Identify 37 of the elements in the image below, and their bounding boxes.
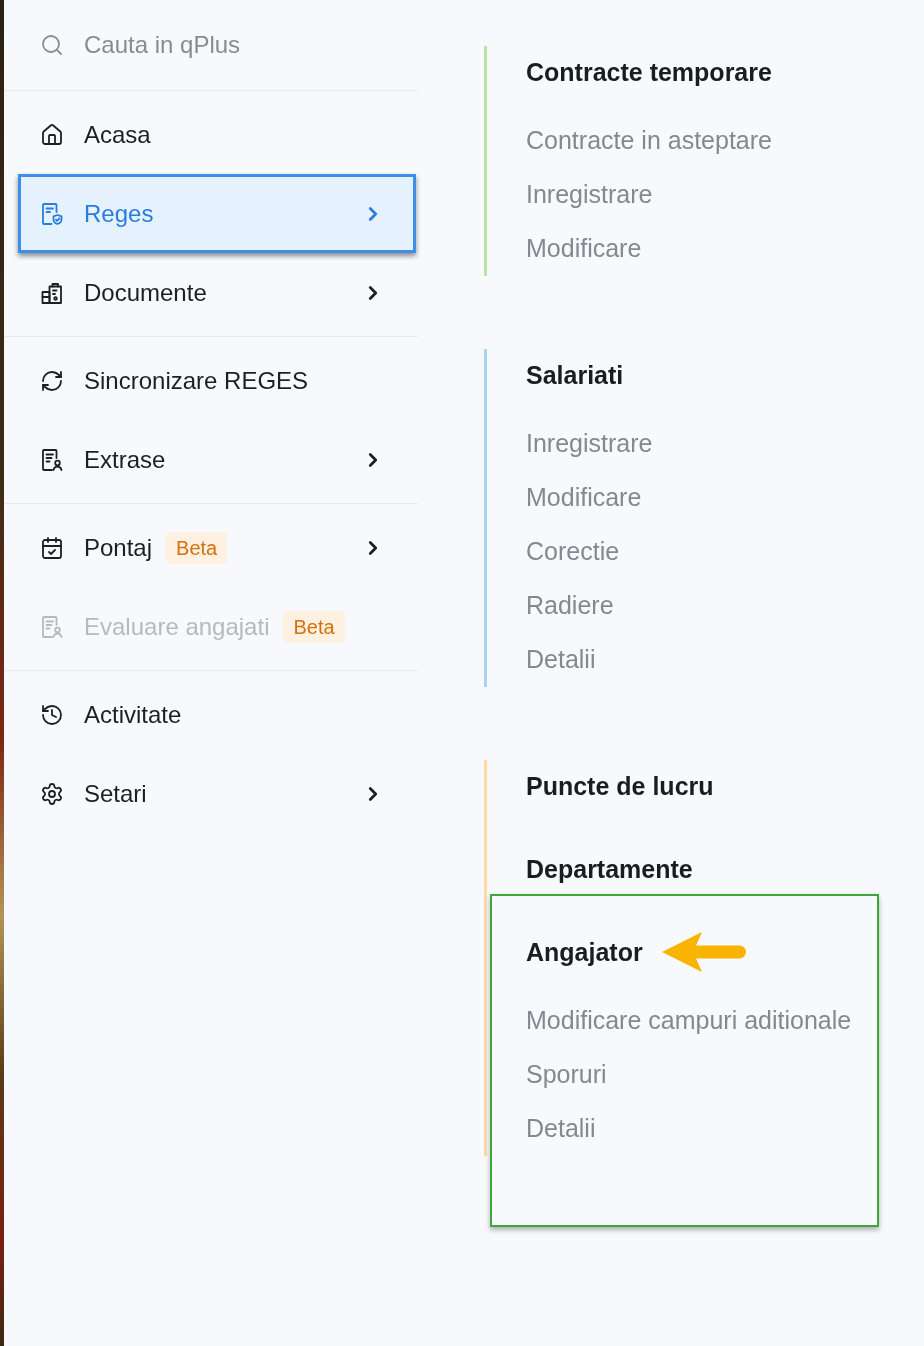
submenu-link[interactable]: Corectie	[526, 524, 620, 578]
section-heading: Contracte temporare	[526, 57, 772, 87]
submenu-link[interactable]: Modificare	[526, 221, 642, 275]
nav-item[interactable]: Sincronizare REGES	[18, 341, 416, 420]
section-heading: Salariati	[526, 360, 624, 390]
building-icon	[40, 280, 64, 305]
beta-badge: Beta	[166, 531, 228, 564]
submenu-link[interactable]: Modificare campuri aditionale	[526, 993, 852, 1047]
calendar-check-icon	[40, 535, 64, 560]
nav-item[interactable]: Acasa	[18, 95, 416, 174]
submenu-link[interactable]: Radiere	[526, 578, 614, 632]
submenu-link[interactable]: Sporuri	[526, 1047, 607, 1101]
section-heading[interactable]: Puncte de lucru	[526, 771, 714, 801]
nav-item[interactable]: Pontaj Beta	[18, 508, 416, 587]
search-field[interactable]: Cauta in qPlus	[84, 27, 384, 63]
section-heading[interactable]: Departamente	[526, 854, 693, 884]
submenu-link[interactable]: Inregistrare	[526, 167, 653, 221]
section-heading: Angajator	[526, 937, 643, 967]
home-icon	[40, 122, 64, 147]
search-icon	[40, 33, 64, 57]
nav-item[interactable]: Setari	[18, 754, 416, 833]
beta-badge: Beta	[283, 610, 345, 643]
document-person-icon	[40, 447, 64, 472]
clock-icon	[40, 702, 64, 727]
settings-icon	[40, 781, 64, 806]
submenu-link[interactable]: Detalii	[526, 632, 596, 686]
document-person-icon	[40, 614, 64, 639]
submenu-link[interactable]: Modificare	[526, 470, 642, 524]
nav-item[interactable]: Reges	[18, 174, 416, 253]
submenu-link[interactable]: Detalii	[526, 1101, 596, 1155]
document-shield-icon	[40, 201, 64, 226]
refresh-icon	[40, 368, 64, 393]
nav-item[interactable]: Documente	[18, 253, 416, 332]
nav-item[interactable]: Activitate	[18, 675, 416, 754]
nav-item[interactable]: Extrase	[18, 420, 416, 499]
submenu-link[interactable]: Inregistrare	[526, 416, 653, 470]
submenu-link[interactable]: Contracte in asteptare	[526, 113, 772, 167]
